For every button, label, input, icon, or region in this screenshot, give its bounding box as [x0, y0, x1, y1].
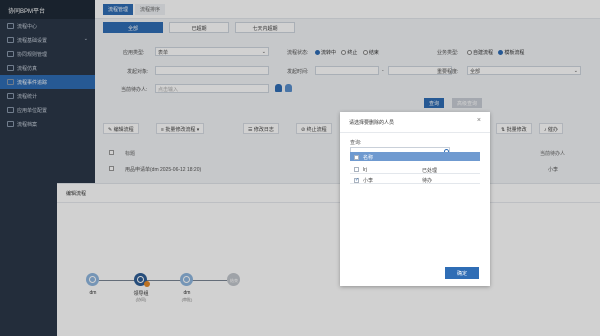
person-row[interactable]: 小李待办 — [350, 175, 480, 184]
delete-person-dialog: 请选择要删除的人员 × 查询: — [340, 112, 490, 286]
modal-overlay[interactable] — [0, 0, 600, 336]
dialog-title: 请选择要删除的人员 — [349, 120, 395, 126]
person-checkbox[interactable] — [354, 177, 359, 183]
close-icon[interactable]: × — [477, 117, 481, 124]
person-table-header: 名称 — [350, 152, 480, 161]
select-all-checkbox[interactable] — [354, 155, 359, 160]
person-row[interactable]: lrj 已处理 — [350, 165, 480, 174]
person-checkbox[interactable] — [354, 167, 359, 172]
confirm-button[interactable]: 确定 — [445, 267, 479, 279]
dialog-divider — [340, 132, 490, 133]
search-label: 查询: — [350, 140, 362, 146]
